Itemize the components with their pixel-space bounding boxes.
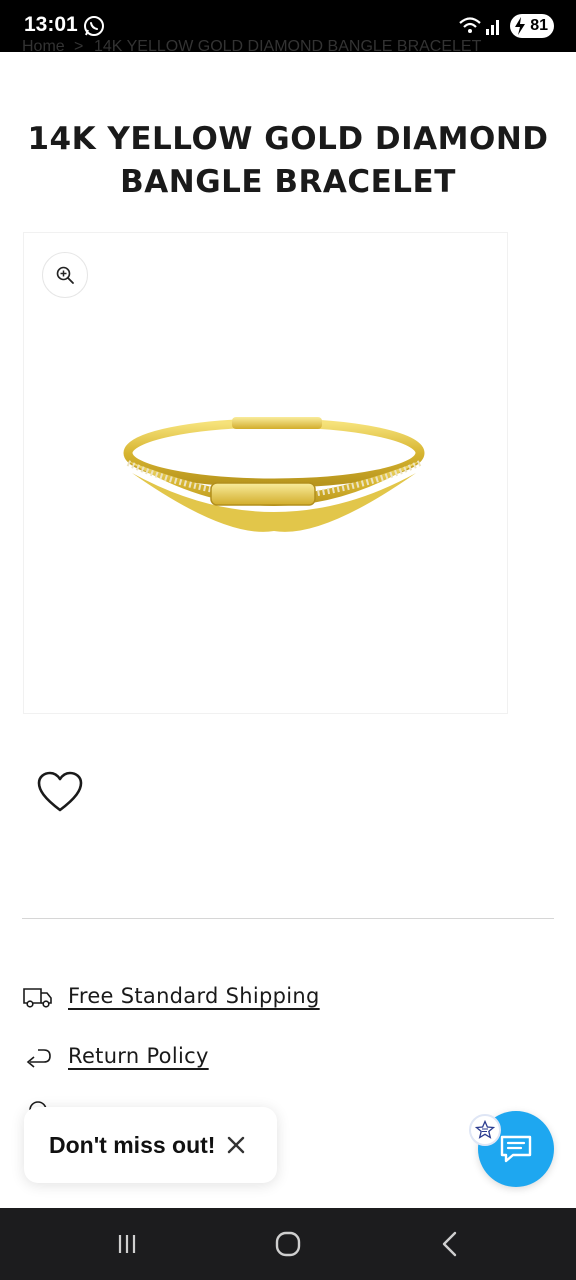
truck-icon xyxy=(23,988,52,1008)
return-policy-label[interactable]: Return Policy xyxy=(68,1044,209,1068)
close-icon[interactable] xyxy=(225,1134,247,1156)
recent-apps-button[interactable] xyxy=(109,1228,145,1260)
breadcrumb-current: 14K YELLOW GOLD DIAMOND BANGLE BRACELET xyxy=(94,38,482,55)
whatsapp-icon xyxy=(84,16,104,36)
return-arrow-icon xyxy=(26,1049,51,1068)
return-policy-link[interactable]: Return Policy xyxy=(22,1042,209,1070)
promo-toast[interactable]: Don't miss out! xyxy=(24,1107,277,1183)
home-button[interactable] xyxy=(270,1228,306,1260)
zoom-button[interactable] xyxy=(42,252,88,298)
zoom-in-icon xyxy=(56,266,74,284)
chat-icon xyxy=(500,1135,532,1163)
battery-level: 81 xyxy=(530,17,548,34)
home-icon xyxy=(275,1231,301,1257)
breadcrumb-separator: > xyxy=(74,38,84,55)
page-title: 14K YELLOW GOLD DIAMOND BANGLE BRACELET xyxy=(27,121,549,200)
back-icon xyxy=(442,1231,457,1257)
bracelet-image xyxy=(123,417,425,532)
toast-text[interactable]: Don't miss out! xyxy=(49,1132,215,1159)
breadcrumb-home[interactable]: Home xyxy=(22,38,65,56)
shipping-label[interactable]: Free Standard Shipping xyxy=(68,984,320,1008)
divider xyxy=(22,918,554,919)
shipping-link[interactable]: Free Standard Shipping xyxy=(22,982,320,1010)
wifi-icon xyxy=(459,17,499,35)
back-button[interactable] xyxy=(432,1228,468,1260)
status-time: 13:01 xyxy=(24,13,78,36)
product-image[interactable] xyxy=(23,232,508,714)
charging-icon xyxy=(515,17,525,35)
recent-apps-icon xyxy=(118,1235,136,1253)
battery-icon: 81 xyxy=(510,14,554,38)
wishlist-heart-icon[interactable] xyxy=(36,770,84,814)
review-badge-icon xyxy=(469,1114,501,1146)
breadcrumb: Home > 14K YELLOW GOLD DIAMOND BANGLE BR… xyxy=(22,38,542,56)
system-nav-bar xyxy=(0,1208,576,1280)
